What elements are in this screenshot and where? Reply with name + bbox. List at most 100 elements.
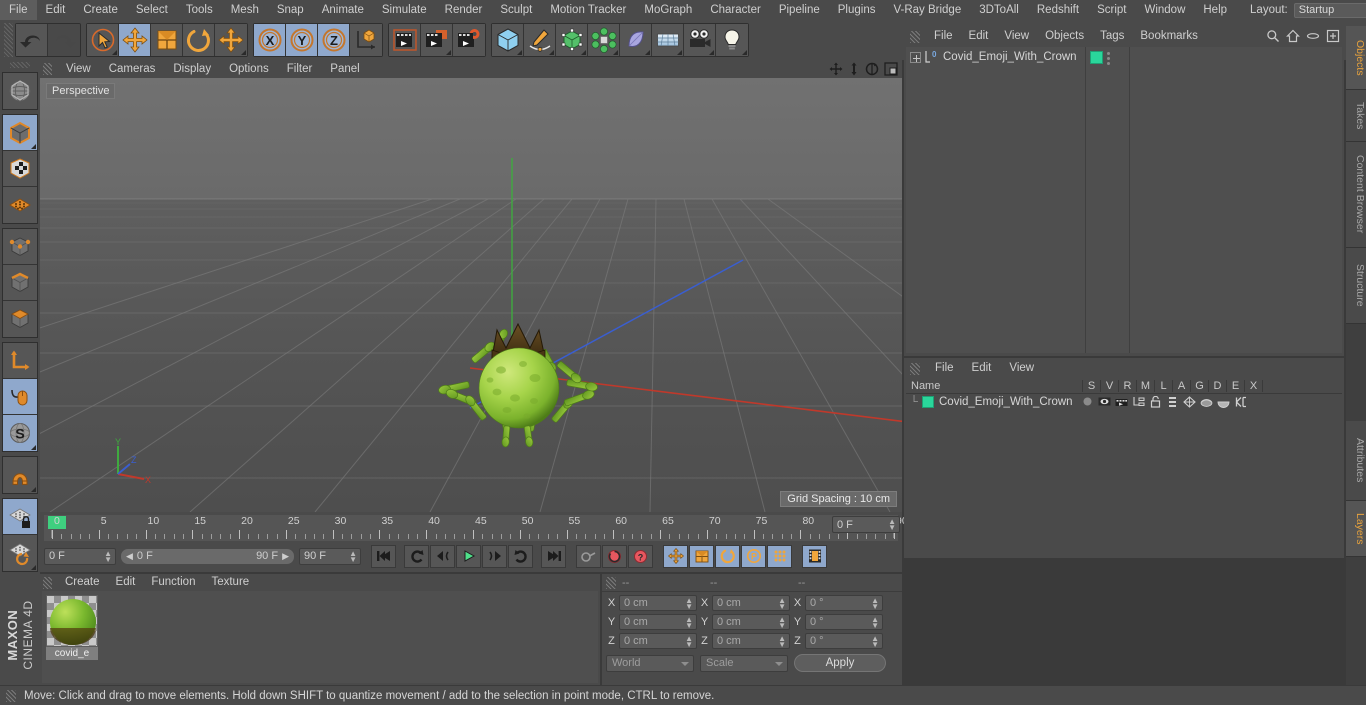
tab-objects[interactable]: Objects <box>1346 26 1366 90</box>
viewport-menu-view[interactable]: View <box>57 60 100 78</box>
layer-col-m[interactable]: M <box>1137 380 1155 392</box>
size-z-input[interactable]: 0 cm ▲ ▼ <box>712 633 790 649</box>
visibility-toggle-icon[interactable] <box>1098 395 1112 408</box>
move-tool[interactable] <box>119 24 151 56</box>
object-manager-grip[interactable] <box>910 30 920 43</box>
layer-menu-file[interactable]: File <box>926 358 963 379</box>
make-editable-button[interactable] <box>3 73 37 110</box>
viewport-menu-options[interactable]: Options <box>220 60 278 78</box>
layer-row[interactable]: └ Covid_Emoji_With_Crown <box>906 394 1342 409</box>
layer-col-a[interactable]: A <box>1173 380 1191 392</box>
rotation-y-input[interactable]: 0 ° ▲ ▼ <box>805 614 883 630</box>
stepper-icon[interactable]: ▲ ▼ <box>871 635 879 649</box>
rotation-key-toggle[interactable] <box>715 544 740 568</box>
object-menu-tags[interactable]: Tags <box>1092 26 1132 47</box>
generator-toggle-icon[interactable] <box>1183 395 1197 408</box>
size-mode-select[interactable]: Scale <box>700 654 788 672</box>
stepper-icon[interactable]: ▲ ▼ <box>349 549 357 563</box>
record-keyframe-button[interactable] <box>576 544 601 568</box>
world-object-coord-toggle[interactable] <box>350 24 382 56</box>
stepper-icon[interactable]: ▲ ▼ <box>104 549 112 563</box>
polygon-mode-button[interactable] <box>3 301 37 338</box>
camera-button[interactable] <box>684 24 716 56</box>
scene-object-button[interactable] <box>620 24 652 56</box>
menu-item-redshift[interactable]: Redshift <box>1028 0 1088 20</box>
autokeying-button[interactable] <box>602 544 627 568</box>
tab-attributes[interactable]: Attributes <box>1346 421 1366 501</box>
menu-item-mesh[interactable]: Mesh <box>222 0 268 20</box>
solo-toggle-icon[interactable] <box>1081 395 1095 408</box>
menu-item-animate[interactable]: Animate <box>313 0 373 20</box>
deformer-button[interactable] <box>588 24 620 56</box>
lock-z-axis[interactable]: Z <box>318 24 350 56</box>
render-settings-button[interactable] <box>453 24 485 56</box>
redo-button[interactable] <box>48 24 80 56</box>
object-menu-objects[interactable]: Objects <box>1037 26 1092 47</box>
layer-manager-grip[interactable] <box>910 362 920 375</box>
tag-overflow-dots-icon[interactable] <box>1107 51 1110 65</box>
pan-view-icon[interactable] <box>829 62 843 79</box>
toolbar-grip[interactable] <box>4 23 13 57</box>
object-row-covid-emoji[interactable]: 0 Covid_Emoji_With_Crown <box>906 47 1085 67</box>
play-backwards-loop-button[interactable] <box>404 544 429 568</box>
menu-item-sculpt[interactable]: Sculpt <box>491 0 541 20</box>
add-layer-icon[interactable] <box>1326 29 1340 46</box>
stepper-icon[interactable]: ▲ ▼ <box>778 616 786 630</box>
deformer-toggle-icon[interactable] <box>1200 395 1214 408</box>
menu-item-file[interactable]: File <box>0 0 37 20</box>
material-item[interactable]: covid_e <box>46 595 98 660</box>
model-mode-button[interactable] <box>3 115 37 152</box>
edge-mode-button[interactable] <box>3 265 37 302</box>
axis-mode-button[interactable] <box>3 343 37 380</box>
menu-item-edit[interactable]: Edit <box>37 0 75 20</box>
lock-x-axis[interactable]: X <box>254 24 286 56</box>
param-key-toggle[interactable]: P <box>741 544 766 568</box>
timeline-ruler[interactable]: 051015202530354045505560657075808590 <box>44 515 908 541</box>
size-x-input[interactable]: 0 cm ▲ ▼ <box>712 595 790 611</box>
menu-item-motion-tracker[interactable]: Motion Tracker <box>541 0 635 20</box>
floor-object-button[interactable] <box>652 24 684 56</box>
material-menu-create[interactable]: Create <box>57 574 108 591</box>
menu-item-tools[interactable]: Tools <box>177 0 222 20</box>
select-tool[interactable] <box>87 24 119 56</box>
object-menu-view[interactable]: View <box>996 26 1037 47</box>
dolly-view-icon[interactable] <box>848 62 860 79</box>
material-manager-grip[interactable] <box>43 576 52 589</box>
scale-mode-button[interactable]: S <box>3 415 37 452</box>
scale-key-toggle[interactable] <box>689 544 714 568</box>
home-icon[interactable] <box>1286 29 1300 46</box>
texture-mode-button[interactable] <box>3 151 37 188</box>
layer-col-e[interactable]: E <box>1227 380 1245 392</box>
left-toolbar-grip[interactable] <box>10 62 30 69</box>
render-region-button[interactable] <box>421 24 453 56</box>
stepper-icon[interactable]: ▲ ▼ <box>871 616 879 630</box>
status-bar-grip[interactable] <box>6 689 16 702</box>
tab-content-browser[interactable]: Content Browser <box>1346 142 1366 248</box>
layer-col-v[interactable]: V <box>1101 380 1119 392</box>
light-button[interactable] <box>716 24 748 56</box>
menu-item-3dtoall[interactable]: 3DToAll <box>970 0 1028 20</box>
workplane-rotate-button[interactable] <box>3 535 37 572</box>
viewport-menu-panel[interactable]: Panel <box>321 60 368 78</box>
stepper-icon[interactable]: ▲ ▼ <box>685 616 693 630</box>
menu-item-help[interactable]: Help <box>1194 0 1236 20</box>
menu-item-select[interactable]: Select <box>127 0 177 20</box>
rotation-z-input[interactable]: 0 ° ▲ ▼ <box>805 633 883 649</box>
render-view-button[interactable] <box>389 24 421 56</box>
viewport-solo-button[interactable] <box>3 379 37 416</box>
layer-col-s[interactable]: S <box>1083 380 1101 392</box>
position-key-toggle[interactable] <box>663 544 688 568</box>
menu-item-mograph[interactable]: MoGraph <box>635 0 701 20</box>
menu-item-render[interactable]: Render <box>436 0 492 20</box>
menu-item-vray-bridge[interactable]: V-Ray Bridge <box>884 0 970 20</box>
stepper-icon[interactable]: ▲ ▼ <box>871 597 879 611</box>
range-right-arrow-icon[interactable]: ▶ <box>282 551 289 562</box>
rotate-tool[interactable] <box>183 24 215 56</box>
go-to-start-button[interactable] <box>371 544 396 568</box>
viewport-menu-cameras[interactable]: Cameras <box>100 60 165 78</box>
material-menu-edit[interactable]: Edit <box>108 574 144 591</box>
material-menu-texture[interactable]: Texture <box>203 574 257 591</box>
stepper-icon[interactable]: ▲ ▼ <box>778 597 786 611</box>
timeline-filter-button[interactable] <box>802 544 827 568</box>
covid-emoji-model[interactable] <box>435 306 615 466</box>
